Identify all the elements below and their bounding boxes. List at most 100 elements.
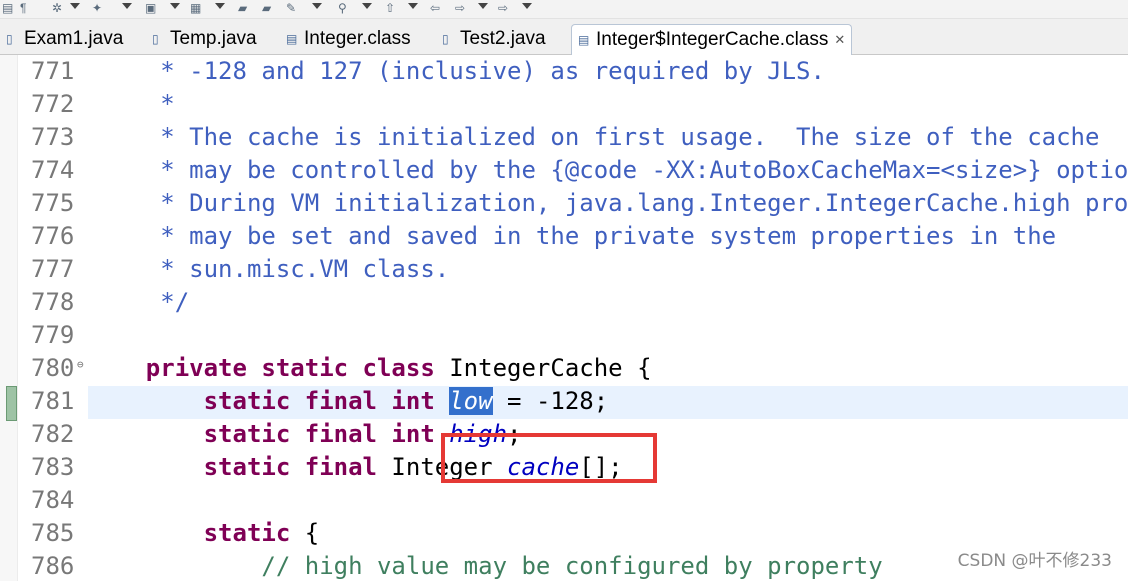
next-icon[interactable]: ⇨ <box>498 1 508 15</box>
chevron-down-icon[interactable] <box>70 3 80 9</box>
code-token: * <box>88 90 175 118</box>
java-file-icon: ▯ <box>152 31 159 46</box>
close-icon[interactable]: ✕ <box>834 32 845 48</box>
tab-integercache-class[interactable]: ▤ Integer$IntegerCache.class ✕ <box>571 24 853 55</box>
code-text: static final int low = -128; <box>88 385 608 418</box>
code-token: private static class <box>145 354 435 382</box>
code-line[interactable]: 781 static final int low = -128; <box>0 385 1128 418</box>
code-line[interactable]: 775 * During VM initialization, java.lan… <box>0 187 1128 220</box>
toolbar: ▤ ¶ ✲ ✦ ▣ ▦ ▰ ▰ ✎ ⚲ ⇧ ⇦ ⇨ ⇨ <box>0 0 1128 19</box>
code-text: * During VM initialization, java.lang.In… <box>88 187 1128 220</box>
line-number: 783 <box>31 453 75 481</box>
code-token: * may be set and saved in the private sy… <box>88 222 1057 250</box>
coverage-icon[interactable]: ▦ <box>190 1 201 15</box>
pin-icon[interactable]: ¶ <box>20 1 26 15</box>
annotation-box <box>441 433 657 483</box>
code-line[interactable]: 773 * The cache is initialized on first … <box>0 121 1128 154</box>
code-text: * may be set and saved in the private sy… <box>88 220 1056 253</box>
code-token: { <box>290 519 320 547</box>
editor-tab-bar: ▯ Exam1.java ▯ Temp.java ▤ Integer.class… <box>0 19 1128 55</box>
line-number: 772 <box>31 90 75 118</box>
tab-exam1-java[interactable]: ▯ Exam1.java <box>6 24 123 54</box>
code-editor[interactable]: 771 * -128 and 127 (inclusive) as requir… <box>0 55 1128 581</box>
code-line[interactable]: 779 <box>0 319 1128 352</box>
chevron-down-icon[interactable] <box>170 3 180 9</box>
up-icon[interactable]: ⇧ <box>385 1 395 15</box>
tab-label: Integer$IntegerCache.class <box>596 29 829 50</box>
code-token: static final <box>203 453 377 481</box>
line-number: 786 <box>31 552 75 580</box>
build-icon[interactable]: ▣ <box>145 1 156 15</box>
code-token: * -128 and 127 (inclusive) as required b… <box>88 57 825 85</box>
tab-label: Exam1.java <box>24 28 124 49</box>
watermark: CSDN @叶不修233 <box>957 551 1112 571</box>
line-number: 776 <box>31 222 75 250</box>
line-number: 773 <box>31 123 75 151</box>
folder-icon[interactable]: ▰ <box>262 1 271 15</box>
chevron-down-icon[interactable] <box>215 3 225 9</box>
back-icon[interactable]: ⇦ <box>430 1 440 15</box>
code-line[interactable]: 772 * <box>0 88 1128 121</box>
code-token: * sun.misc.VM class. <box>88 255 450 283</box>
code-token: IntegerCache { <box>434 354 652 382</box>
file-icon[interactable]: ▤ <box>2 1 13 15</box>
code-text: * The cache is initialized on first usag… <box>88 121 1099 154</box>
tab-integer-class[interactable]: ▤ Integer.class <box>286 24 411 54</box>
code-token: = -128; <box>492 387 609 415</box>
debug-icon[interactable]: ✦ <box>92 1 102 15</box>
code-line[interactable]: 777 * sun.misc.VM class. <box>0 253 1128 286</box>
code-text: */ <box>88 286 189 319</box>
tab-label: Temp.java <box>170 28 257 49</box>
line-number: 778 <box>31 288 75 316</box>
forward-icon[interactable]: ⇨ <box>455 1 465 15</box>
chevron-down-icon[interactable] <box>312 3 322 9</box>
line-number: 785 <box>31 519 75 547</box>
code-line[interactable]: 776 * may be set and saved in the privat… <box>0 220 1128 253</box>
line-number: 777 <box>31 255 75 283</box>
code-text: * sun.misc.VM class. <box>88 253 449 286</box>
chevron-down-icon[interactable] <box>362 3 372 9</box>
class-file-icon: ▤ <box>578 32 590 47</box>
run-icon[interactable]: ✲ <box>52 1 62 15</box>
selected-token: low <box>449 387 493 415</box>
tab-label: Integer.class <box>304 28 411 49</box>
code-token: static final int <box>203 387 435 415</box>
chevron-down-icon[interactable] <box>122 3 132 9</box>
line-number: 779 <box>31 321 75 349</box>
tab-label: Test2.java <box>460 28 546 49</box>
code-line[interactable]: 780 ⊖ private static class IntegerCache { <box>0 352 1128 385</box>
tab-test2-java[interactable]: ▯ Test2.java <box>442 24 546 54</box>
chevron-down-icon[interactable] <box>522 3 532 9</box>
search-icon[interactable]: ⚲ <box>338 1 347 15</box>
code-text: * <box>88 88 175 121</box>
line-number: 781 <box>31 387 75 415</box>
line-number: 774 <box>31 156 75 184</box>
code-token: static final int <box>203 420 435 448</box>
wand-icon[interactable]: ✎ <box>286 1 296 15</box>
chevron-down-icon[interactable] <box>408 3 418 9</box>
chevron-down-icon[interactable] <box>478 3 488 9</box>
code-token: */ <box>88 288 190 316</box>
code-line[interactable]: 784 <box>0 484 1128 517</box>
code-line[interactable]: 771 * -128 and 127 (inclusive) as requir… <box>0 55 1128 88</box>
fold-toggle-icon[interactable]: ⊖ <box>77 348 84 381</box>
code-token: // high value may be configured by prope… <box>88 552 883 580</box>
code-token: static <box>203 519 291 547</box>
code-token: * During VM initialization, java.lang.In… <box>88 189 1128 217</box>
open-folder-icon[interactable]: ▰ <box>238 1 247 15</box>
code-line[interactable]: 774 * may be controlled by the {@code -X… <box>0 154 1128 187</box>
line-number: 784 <box>31 486 75 514</box>
line-number: 775 <box>31 189 75 217</box>
code-text: static { <box>88 517 320 550</box>
line-number: 771 <box>31 57 75 85</box>
code-text: * may be controlled by the {@code -XX:Au… <box>88 154 1128 187</box>
code-line[interactable]: 778 */ <box>0 286 1128 319</box>
code-text: private static class IntegerCache { <box>88 352 652 385</box>
tab-temp-java[interactable]: ▯ Temp.java <box>152 24 257 54</box>
